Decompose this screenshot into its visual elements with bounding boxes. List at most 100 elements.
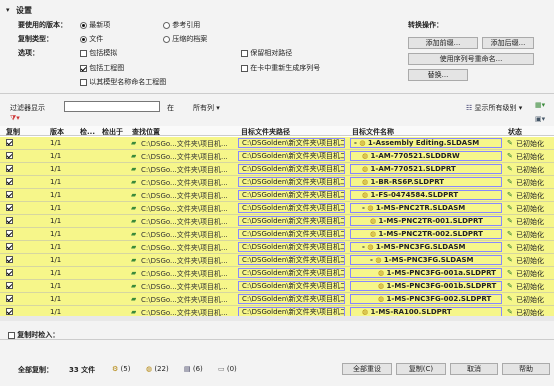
- export-icon[interactable]: ▦▾: [535, 101, 545, 109]
- include-drawings-checkbox[interactable]: 包括工程图: [80, 63, 124, 73]
- copy-checkbox[interactable]: [6, 255, 13, 263]
- tree-toggle[interactable]: [354, 230, 370, 238]
- target-folder-cell[interactable]: C:\DSGolden\新文件夹\项目机二\: [238, 268, 345, 278]
- tree-toggle[interactable]: [354, 295, 378, 303]
- col-checkout[interactable]: 检出于: [102, 127, 123, 137]
- target-name-cell[interactable]: - ◍ 1-Assembly Editing.SLDASM: [350, 138, 502, 148]
- copy-checkbox[interactable]: [6, 151, 13, 159]
- copy-checkbox[interactable]: [6, 242, 13, 250]
- table-row[interactable]: 1/1 ▰ C:\DSGo...文件夹\项目机... C:\DSGolden\新文件夹…: [0, 267, 554, 280]
- copy-checkbox[interactable]: [6, 268, 13, 276]
- tree-toggle[interactable]: [354, 282, 378, 290]
- target-folder-cell[interactable]: C:\DSGolden\新文件夹\项目机二\: [238, 151, 345, 161]
- target-name-cell[interactable]: - ◍ 1-MS-PNC3FG.SLDASM: [350, 255, 502, 265]
- all-columns-dropdown[interactable]: 所有列 ▾: [193, 103, 220, 113]
- col-target-folder[interactable]: 目标文件夹路径: [241, 127, 290, 137]
- table-row[interactable]: 1/1 ▰ C:\DSGo...文件夹\项目机... C:\DSGolden\新文件夹…: [0, 306, 554, 316]
- table-row[interactable]: 1/1 ▰ C:\DSGo...文件夹\项目机... C:\DSGolden\新文件夹…: [0, 293, 554, 306]
- horizontal-scrollbar[interactable]: [0, 316, 554, 321]
- copy-checkbox[interactable]: [6, 294, 13, 302]
- target-name-cell[interactable]: - ◍ 1-MS-PNC2TR.SLDASM: [350, 203, 502, 213]
- target-folder-cell[interactable]: C:\DSGolden\新文件夹\项目机二\: [238, 177, 345, 187]
- target-name-cell[interactable]: ◍ 1-MS-PNC2TR-002.SLDPRT: [350, 229, 502, 239]
- tree-toggle[interactable]: [354, 217, 370, 225]
- tree-toggle[interactable]: [354, 191, 362, 199]
- table-row[interactable]: 1/1 ▰ C:\DSGo...文件夹\项目机... C:\DSGolden\新文件夹…: [0, 215, 554, 228]
- target-folder-cell[interactable]: C:\DSGolden\新文件夹\项目机二\: [238, 216, 345, 226]
- copy-checkbox[interactable]: [6, 307, 13, 315]
- table-row[interactable]: 1/1 ▰ C:\DSGo...文件夹\项目机... C:\DSGolden\新文件夹…: [0, 150, 554, 163]
- tree-toggle[interactable]: -: [354, 256, 373, 264]
- target-folder-cell[interactable]: C:\DSGolden\新文件夹\项目机二\: [238, 138, 345, 148]
- tree-toggle[interactable]: [354, 178, 362, 186]
- col-find-in[interactable]: 查找位置: [132, 127, 160, 137]
- collapse-icon[interactable]: ▾: [6, 6, 10, 14]
- col-check[interactable]: 检...: [80, 127, 95, 137]
- table-row[interactable]: 1/1 ▰ C:\DSGo...文件夹\项目机... C:\DSGolden\新文件夹…: [0, 137, 554, 150]
- target-folder-cell[interactable]: C:\DSGolden\新文件夹\项目机二\: [238, 190, 345, 200]
- cancel-button[interactable]: 取消: [450, 363, 498, 375]
- help-button[interactable]: 帮助: [502, 363, 550, 375]
- version-latest-radio[interactable]: 最新项: [80, 20, 110, 30]
- copy-archive-radio[interactable]: 压缩的档案: [163, 34, 207, 44]
- copy-file-radio[interactable]: 文件: [80, 34, 103, 44]
- copy-button[interactable]: 复制(C): [396, 363, 446, 375]
- table-row[interactable]: 1/1 ▰ C:\DSGo...文件夹\项目机... C:\DSGolden\新文件夹…: [0, 163, 554, 176]
- target-folder-cell[interactable]: C:\DSGolden\新文件夹\项目机二\: [238, 281, 345, 291]
- target-name-cell[interactable]: ◍ 1-MS-RA100.SLDPRT: [350, 307, 502, 316]
- tree-toggle[interactable]: [354, 308, 362, 316]
- target-folder-cell[interactable]: C:\DSGolden\新文件夹\项目机二\: [238, 255, 345, 265]
- col-version[interactable]: 版本: [50, 127, 64, 137]
- table-row[interactable]: 1/1 ▰ C:\DSGo...文件夹\项目机... C:\DSGolden\新文件夹…: [0, 228, 554, 241]
- col-target-name[interactable]: 目标文件名称: [352, 127, 394, 137]
- target-name-cell[interactable]: ◍ 1-AM-770521.SLDPRT: [350, 164, 502, 174]
- target-name-cell[interactable]: - ◍ 1-MS-PNC3FG.SLDASM: [350, 242, 502, 252]
- table-row[interactable]: 1/1 ▰ C:\DSGo...文件夹\项目机... C:\DSGolden\新文件夹…: [0, 280, 554, 293]
- name-by-model-checkbox[interactable]: 以其模型名称命名工程图: [80, 77, 166, 87]
- show-all-levels-dropdown[interactable]: ☷ 显示所有级别 ▾: [466, 103, 522, 113]
- copy-checkbox[interactable]: [6, 216, 13, 224]
- replace-button[interactable]: 替换...: [408, 69, 468, 81]
- target-folder-cell[interactable]: C:\DSGolden\新文件夹\项目机二\: [238, 242, 345, 252]
- target-folder-cell[interactable]: C:\DSGolden\新文件夹\项目机二\: [238, 307, 345, 316]
- target-folder-cell[interactable]: C:\DSGolden\新文件夹\项目机二\: [238, 229, 345, 239]
- tree-toggle[interactable]: [354, 152, 362, 160]
- table-row[interactable]: 1/1 ▰ C:\DSGo...文件夹\项目机... C:\DSGolden\新文件夹…: [0, 176, 554, 189]
- filter-icon[interactable]: ⧩▾: [10, 114, 20, 123]
- target-name-cell[interactable]: ◍ 1-MS-PNC3FG-002.SLDPRT: [350, 294, 502, 304]
- target-name-cell[interactable]: ◍ 1-AM-770521.SLDDRW: [350, 151, 502, 161]
- tree-toggle[interactable]: [354, 165, 362, 173]
- add-prefix-button[interactable]: 添加前缀...: [408, 37, 478, 49]
- copy-checkbox[interactable]: [6, 177, 13, 185]
- reset-all-button[interactable]: 全部重设: [342, 363, 392, 375]
- col-copy[interactable]: 复制: [6, 127, 20, 137]
- target-name-cell[interactable]: ◍ 1-MS-PNC2TR-001.SLDPRT: [350, 216, 502, 226]
- target-name-cell[interactable]: ◍ 1-MS-PNC3FG-001b.SLDPRT: [350, 281, 502, 291]
- include-sim-checkbox[interactable]: 包括模拟: [80, 48, 117, 58]
- target-folder-cell[interactable]: C:\DSGolden\新文件夹\项目机二\: [238, 294, 345, 304]
- tree-toggle[interactable]: -: [354, 243, 365, 251]
- tree-toggle[interactable]: [354, 269, 378, 277]
- col-status[interactable]: 状态: [508, 127, 522, 137]
- target-folder-cell[interactable]: C:\DSGolden\新文件夹\项目机二\: [238, 203, 345, 213]
- filter-input[interactable]: [64, 101, 160, 112]
- target-name-cell[interactable]: ◍ 1-BR-RS6P.SLDPRT: [350, 177, 502, 187]
- table-row[interactable]: 1/1 ▰ C:\DSGo...文件夹\项目机... C:\DSGolden\新文件夹…: [0, 241, 554, 254]
- table-row[interactable]: 1/1 ▰ C:\DSGo...文件夹\项目机... C:\DSGolden\新文件夹…: [0, 189, 554, 202]
- table-row[interactable]: 1/1 ▰ C:\DSGo...文件夹\项目机... C:\DSGolden\新文件夹…: [0, 202, 554, 215]
- tree-toggle[interactable]: -: [354, 204, 365, 212]
- copy-checkbox[interactable]: [6, 281, 13, 289]
- copy-checkbox[interactable]: [6, 229, 13, 237]
- add-suffix-button[interactable]: 添加后缀...: [482, 37, 534, 49]
- target-name-cell[interactable]: ◍ 1-FS-0474584.SLDPRT: [350, 190, 502, 200]
- target-name-cell[interactable]: ◍ 1-MS-PNC3FG-001a.SLDPRT: [350, 268, 502, 278]
- version-reference-radio[interactable]: 参考引用: [163, 20, 200, 30]
- table-row[interactable]: 1/1 ▰ C:\DSGo...文件夹\项目机... C:\DSGolden\新文件夹…: [0, 254, 554, 267]
- target-folder-cell[interactable]: C:\DSGolden\新文件夹\项目机二\: [238, 164, 345, 174]
- copy-checkbox[interactable]: [6, 138, 13, 146]
- copy-checkbox[interactable]: [6, 164, 13, 172]
- save-icon[interactable]: ▣▾: [535, 115, 545, 123]
- rename-serial-checkbox[interactable]: 在卡中重新生成序列号: [241, 63, 320, 73]
- copy-checkbox[interactable]: [6, 203, 13, 211]
- serial-rename-button[interactable]: 使用序列号重命名...: [408, 53, 534, 65]
